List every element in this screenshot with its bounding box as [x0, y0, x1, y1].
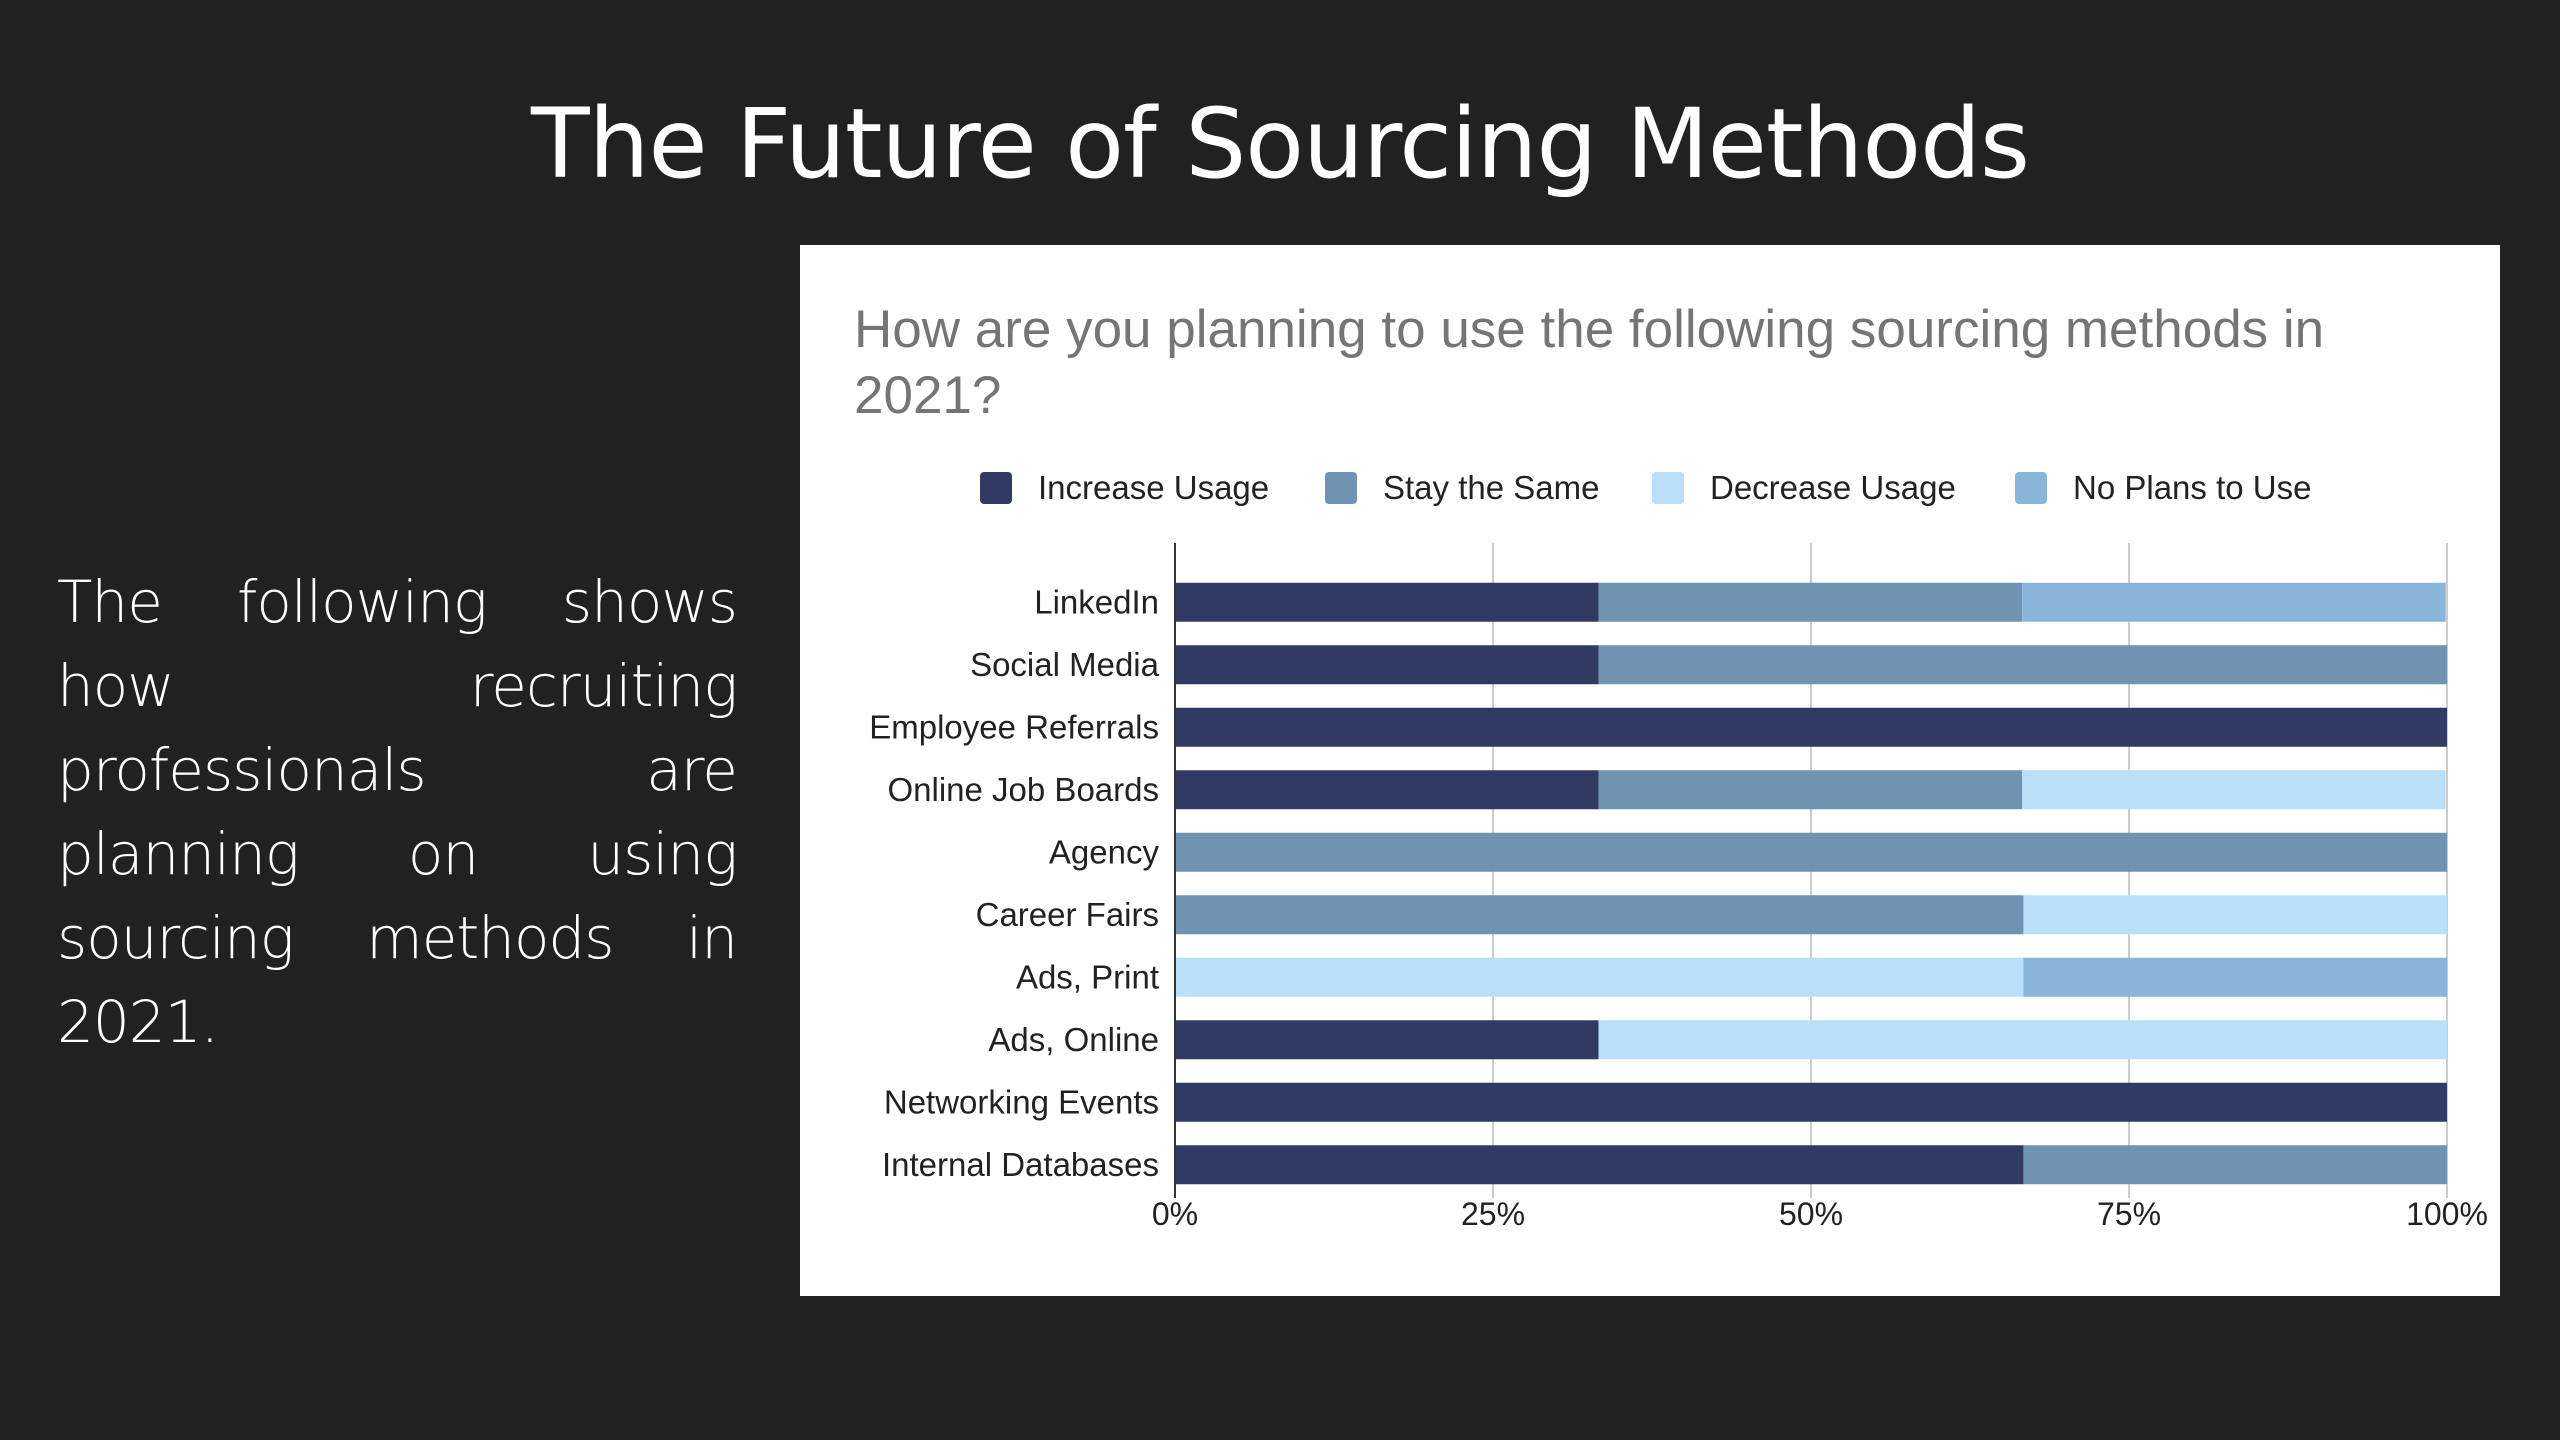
bar-segment	[1175, 1082, 2447, 1122]
bar-segment	[1175, 957, 2024, 997]
bar-segment	[1598, 1020, 2447, 1060]
x-tick-label: 100%	[2406, 1196, 2488, 1232]
bar-segment	[1175, 645, 1599, 685]
legend-label: No Plans to Use	[2073, 469, 2311, 506]
legend-label: Increase Usage	[1038, 469, 1269, 506]
bar-segment	[2023, 895, 2447, 935]
bar-segment	[1175, 1145, 2024, 1185]
bar-segment	[2023, 1145, 2447, 1185]
category-label: LinkedIn	[1034, 583, 1159, 620]
legend-label: Stay the Same	[1383, 469, 1599, 506]
bar-segment	[2023, 957, 2447, 997]
category-label: Agency	[1049, 833, 1160, 870]
legend-swatch	[2015, 472, 2047, 504]
bar-segment	[1598, 645, 2447, 685]
category-label: Social Media	[970, 646, 1160, 683]
legend-swatch	[1325, 472, 1357, 504]
bar-segment	[1175, 1020, 1599, 1060]
category-label: Networking Events	[884, 1083, 1159, 1120]
legend-swatch	[1652, 472, 1684, 504]
category-label: Employee Referrals	[869, 708, 1159, 745]
slide-body-text: The following shows how recruiting profe…	[57, 568, 738, 1056]
category-label: Ads, Print	[1016, 958, 1159, 995]
category-label: Internal Databases	[882, 1146, 1159, 1183]
legend-label: Decrease Usage	[1710, 469, 1956, 506]
bar-segment	[1175, 770, 1599, 810]
bar-segment	[1175, 832, 2447, 872]
bar-segment	[2022, 582, 2446, 622]
stacked-bar-chart: 0% 25% 50% 75% 100% LinkedIn Social Media Emplo…	[869, 469, 2488, 1232]
slide-title: The Future of Sourcing Methods	[530, 88, 2030, 200]
bar-segment	[1175, 895, 2024, 935]
legend-swatch	[980, 472, 1012, 504]
bar-segment	[1598, 582, 2023, 622]
x-tick-label: 25%	[1461, 1196, 1525, 1232]
bar-segment	[1598, 770, 2023, 810]
x-tick-label: 50%	[1779, 1196, 1843, 1232]
bar-segment	[2022, 770, 2446, 810]
x-tick-label: 0%	[1152, 1196, 1198, 1232]
x-tick-label: 75%	[2097, 1196, 2161, 1232]
category-label: Career Fairs	[976, 896, 1159, 933]
chart-panel: How are you planning to use the followin…	[800, 245, 2500, 1296]
bar-segment	[1175, 707, 2447, 747]
bar-segment	[1175, 582, 1599, 622]
category-label: Online Job Boards	[888, 771, 1160, 808]
category-label: Ads, Online	[988, 1021, 1159, 1058]
